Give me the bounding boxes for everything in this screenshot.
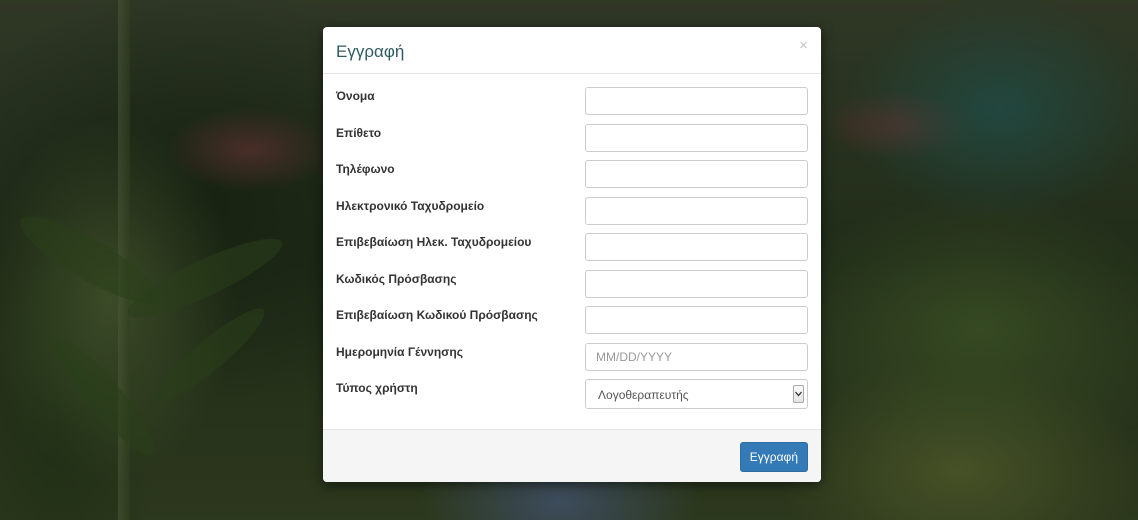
- user-type-label: Τύπος χρήστη: [336, 381, 418, 395]
- first-name-input[interactable]: [585, 87, 808, 115]
- form-row-phone: Τηλέφωνο: [323, 160, 821, 190]
- register-button[interactable]: Εγγραφή: [739, 442, 808, 472]
- last-name-label: Επίθετο: [336, 126, 382, 140]
- form-row-password: Κωδικός Πρόσβασης: [323, 270, 821, 300]
- email-confirm-label: Επιβεβαίωση Ηλεκ. Ταχυδρομείου: [336, 235, 532, 249]
- modal-body: Όνομα Επίθετο Τηλέφωνο Ηλεκτρονικό Ταχυδ…: [323, 74, 821, 430]
- form-row-birth-date: Ημερομηνία Γέννησης: [323, 343, 821, 373]
- modal-header: Εγγραφή ×: [323, 27, 821, 74]
- email-input[interactable]: [585, 197, 808, 225]
- form-row-user-type: Τύπος χρήστη Λογοθεραπευτής: [323, 379, 821, 409]
- birth-date-input[interactable]: [585, 343, 808, 371]
- password-confirm-input[interactable]: [585, 306, 808, 334]
- password-input[interactable]: [585, 270, 808, 298]
- chevron-down-icon[interactable]: [793, 385, 804, 403]
- form-row-email: Ηλεκτρονικό Ταχυδρομείο: [323, 197, 821, 227]
- email-label: Ηλεκτρονικό Ταχυδρομείο: [336, 199, 485, 213]
- email-confirm-input[interactable]: [585, 233, 808, 261]
- registration-modal: Εγγραφή × Όνομα Επίθετο Τηλέφωνο Ηλεκτρο…: [323, 27, 821, 482]
- last-name-input[interactable]: [585, 124, 808, 152]
- user-type-select[interactable]: Λογοθεραπευτής: [585, 379, 808, 409]
- form-row-email-confirm: Επιβεβαίωση Ηλεκ. Ταχυδρομείου: [323, 233, 821, 263]
- password-label: Κωδικός Πρόσβασης: [336, 272, 457, 286]
- password-confirm-label: Επιβεβαίωση Κωδικού Πρόσβασης: [336, 308, 538, 322]
- birth-date-label: Ημερομηνία Γέννησης: [336, 345, 463, 359]
- form-row-last-name: Επίθετο: [323, 124, 821, 154]
- first-name-label: Όνομα: [336, 89, 375, 103]
- user-type-selected-value: Λογοθεραπευτής: [598, 388, 689, 402]
- modal-footer: Εγγραφή: [323, 429, 821, 482]
- phone-input[interactable]: [585, 160, 808, 188]
- form-row-password-confirm: Επιβεβαίωση Κωδικού Πρόσβασης: [323, 306, 821, 336]
- close-icon[interactable]: ×: [799, 38, 808, 53]
- page-background: Εγγραφή × Όνομα Επίθετο Τηλέφωνο Ηλεκτρο…: [0, 0, 1138, 520]
- phone-label: Τηλέφωνο: [336, 162, 395, 176]
- modal-title: Εγγραφή: [336, 42, 405, 61]
- form-row-first-name: Όνομα: [323, 87, 821, 117]
